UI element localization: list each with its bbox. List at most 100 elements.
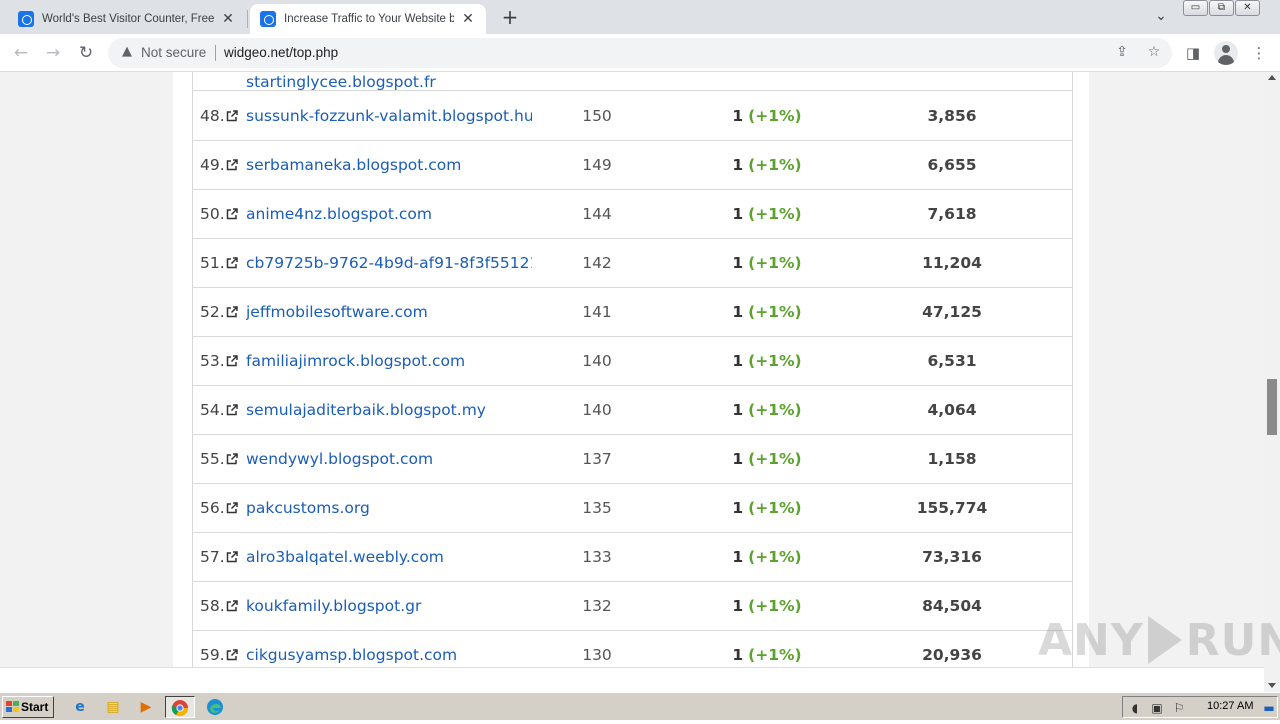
scrollbar-thumb[interactable] <box>1267 379 1277 435</box>
ie-icon[interactable]: e <box>68 696 92 718</box>
start-button[interactable]: Start <box>2 696 54 718</box>
change-base: 1 <box>732 205 744 223</box>
minimize-button[interactable]: ▭ <box>1183 0 1208 16</box>
external-link-icon[interactable] <box>226 404 238 416</box>
rank-number: 50. <box>200 205 225 223</box>
close-tab-icon[interactable]: ✕ <box>220 11 236 27</box>
visits-count: 141 <box>582 303 612 321</box>
site-link[interactable]: familiajimrock.blogspot.com <box>246 337 532 385</box>
total-count: 4,064 <box>927 401 977 419</box>
total-count: 11,204 <box>922 254 982 272</box>
windows-taskbar: Start e ▤ ▶ ◖ ▣ ⚐ 10:27 AM ▬ <box>0 692 1280 720</box>
rank-number: 58. <box>200 597 225 615</box>
vertical-scrollbar[interactable] <box>1264 72 1280 692</box>
bookmark-star-icon[interactable]: ☆ <box>1144 44 1164 62</box>
table-row: 49. serbamaneka.blogspot.com 149 1 (+1%) 6,6… <box>192 141 1072 190</box>
table-row: 48. sussunk-fozzunk-valamit.blogspot.hu 15… <box>192 92 1072 141</box>
site-link-partial[interactable]: startinglycee.blogspot.fr <box>246 72 436 90</box>
change-value: 1 (+1%) <box>712 631 822 667</box>
site-link[interactable]: serbamaneka.blogspot.com <box>246 141 532 189</box>
change-percent: (+1%) <box>748 450 802 468</box>
site-link[interactable]: pakcustoms.org <box>246 484 532 532</box>
close-tab-icon[interactable]: ✕ <box>460 11 476 27</box>
site-link[interactable]: cikgusyamsp.blogspot.com <box>246 631 532 667</box>
total-count: 3,856 <box>927 107 977 125</box>
show-desktop-icon[interactable]: ▬ <box>1261 700 1277 716</box>
rank-number: 49. <box>200 156 225 174</box>
change-value: 1 (+1%) <box>712 190 822 238</box>
windows-flag-icon <box>6 701 19 713</box>
side-panel-icon[interactable]: ◨ <box>1182 42 1204 64</box>
external-link-icon[interactable] <box>226 110 238 122</box>
close-window-button[interactable]: ✕ <box>1235 0 1260 16</box>
tab-title: Increase Traffic to Your Website by <box>284 13 454 25</box>
tab-divider <box>247 10 248 28</box>
explorer-icon[interactable]: ▤ <box>101 696 125 718</box>
table-row: 53. familiajimrock.blogspot.com 140 1 (+1%)… <box>192 337 1072 386</box>
total-count: 6,655 <box>927 156 977 174</box>
address-bar[interactable]: ▲ Not secure widgeo.net/top.php ⇪ ☆ <box>108 38 1172 68</box>
media-player-icon[interactable]: ▶ <box>134 696 158 718</box>
network-icon[interactable]: ▣ <box>1149 700 1165 716</box>
total-count: 7,618 <box>927 205 977 223</box>
site-link[interactable]: alro3balqatel.weebly.com <box>246 533 532 581</box>
reload-icon[interactable]: ↻ <box>73 40 99 66</box>
browser-tab-2[interactable]: Increase Traffic to Your Website by ✕ <box>250 4 486 34</box>
profile-avatar-icon[interactable] <box>1214 41 1238 65</box>
restore-button[interactable]: ⧉ <box>1209 0 1234 16</box>
url-text[interactable]: widgeo.net/top.php <box>224 45 338 60</box>
volume-icon[interactable]: ◖ <box>1127 700 1143 716</box>
external-link-icon[interactable] <box>226 502 238 514</box>
rank-number: 52. <box>200 303 225 321</box>
change-percent: (+1%) <box>748 303 802 321</box>
site-link[interactable]: sussunk-fozzunk-valamit.blogspot.hu <box>246 92 532 140</box>
visits-count: 135 <box>582 499 612 517</box>
browser-tab-1[interactable]: World's Best Visitor Counter, Free hit c… <box>8 4 246 34</box>
widgeo-favicon-icon <box>18 11 34 27</box>
scroll-up-arrow-icon[interactable] <box>1268 75 1276 80</box>
site-link[interactable]: koukfamily.blogspot.gr <box>246 582 532 630</box>
total-count: 1,158 <box>927 450 977 468</box>
flag-notification-icon[interactable]: ⚐ <box>1171 700 1187 716</box>
external-link-icon[interactable] <box>226 208 238 220</box>
site-link[interactable]: semulajaditerbaik.blogspot.my <box>246 386 532 434</box>
change-base: 1 <box>732 303 744 321</box>
total-count: 73,316 <box>922 548 982 566</box>
visits-count: 132 <box>582 597 612 615</box>
menu-kebab-icon[interactable]: ⋮ <box>1248 42 1270 64</box>
rank-number: 57. <box>200 548 225 566</box>
edge-icon[interactable] <box>203 696 227 718</box>
new-tab-button[interactable]: + <box>498 6 522 30</box>
total-count: 155,774 <box>916 499 988 517</box>
change-base: 1 <box>732 254 744 272</box>
visits-count: 144 <box>582 205 612 223</box>
site-link[interactable]: jeffmobilesoftware.com <box>246 288 532 336</box>
visits-count: 149 <box>582 156 612 174</box>
site-link[interactable]: anime4nz.blogspot.com <box>246 190 532 238</box>
external-link-icon[interactable] <box>226 159 238 171</box>
external-link-icon[interactable] <box>226 257 238 269</box>
table-row: 50. anime4nz.blogspot.com 144 1 (+1%) 7,618 <box>192 190 1072 239</box>
security-label[interactable]: Not secure <box>141 45 206 60</box>
table-row: 56. pakcustoms.org 135 1 (+1%) 155,774 <box>192 484 1072 533</box>
external-link-icon[interactable] <box>226 551 238 563</box>
back-arrow-icon[interactable]: ← <box>8 40 34 66</box>
clock[interactable]: 10:27 AM <box>1207 700 1253 712</box>
change-percent: (+1%) <box>748 156 802 174</box>
change-base: 1 <box>732 499 744 517</box>
table-row: 59. cikgusyamsp.blogspot.com 130 1 (+1%) 20,… <box>192 631 1072 667</box>
share-icon[interactable]: ⇪ <box>1112 44 1132 62</box>
site-link[interactable]: wendywyl.blogspot.com <box>246 435 532 483</box>
forward-arrow-icon[interactable]: → <box>40 40 66 66</box>
warning-triangle-icon[interactable]: ▲ <box>118 44 136 62</box>
external-link-icon[interactable] <box>226 649 238 661</box>
site-link[interactable]: cb79725b-9762-4b9d-af91-8f3f551215ce <box>246 239 532 287</box>
external-link-icon[interactable] <box>226 453 238 465</box>
scroll-down-arrow-icon[interactable] <box>1268 683 1276 688</box>
external-link-icon[interactable] <box>226 600 238 612</box>
external-link-icon[interactable] <box>226 355 238 367</box>
browser-toolbar: ← → ↻ ▲ Not secure widgeo.net/top.php ⇪ … <box>0 34 1280 72</box>
chrome-icon[interactable] <box>165 696 195 718</box>
tab-search-icon[interactable]: ⌄ <box>1150 8 1172 28</box>
external-link-icon[interactable] <box>226 306 238 318</box>
